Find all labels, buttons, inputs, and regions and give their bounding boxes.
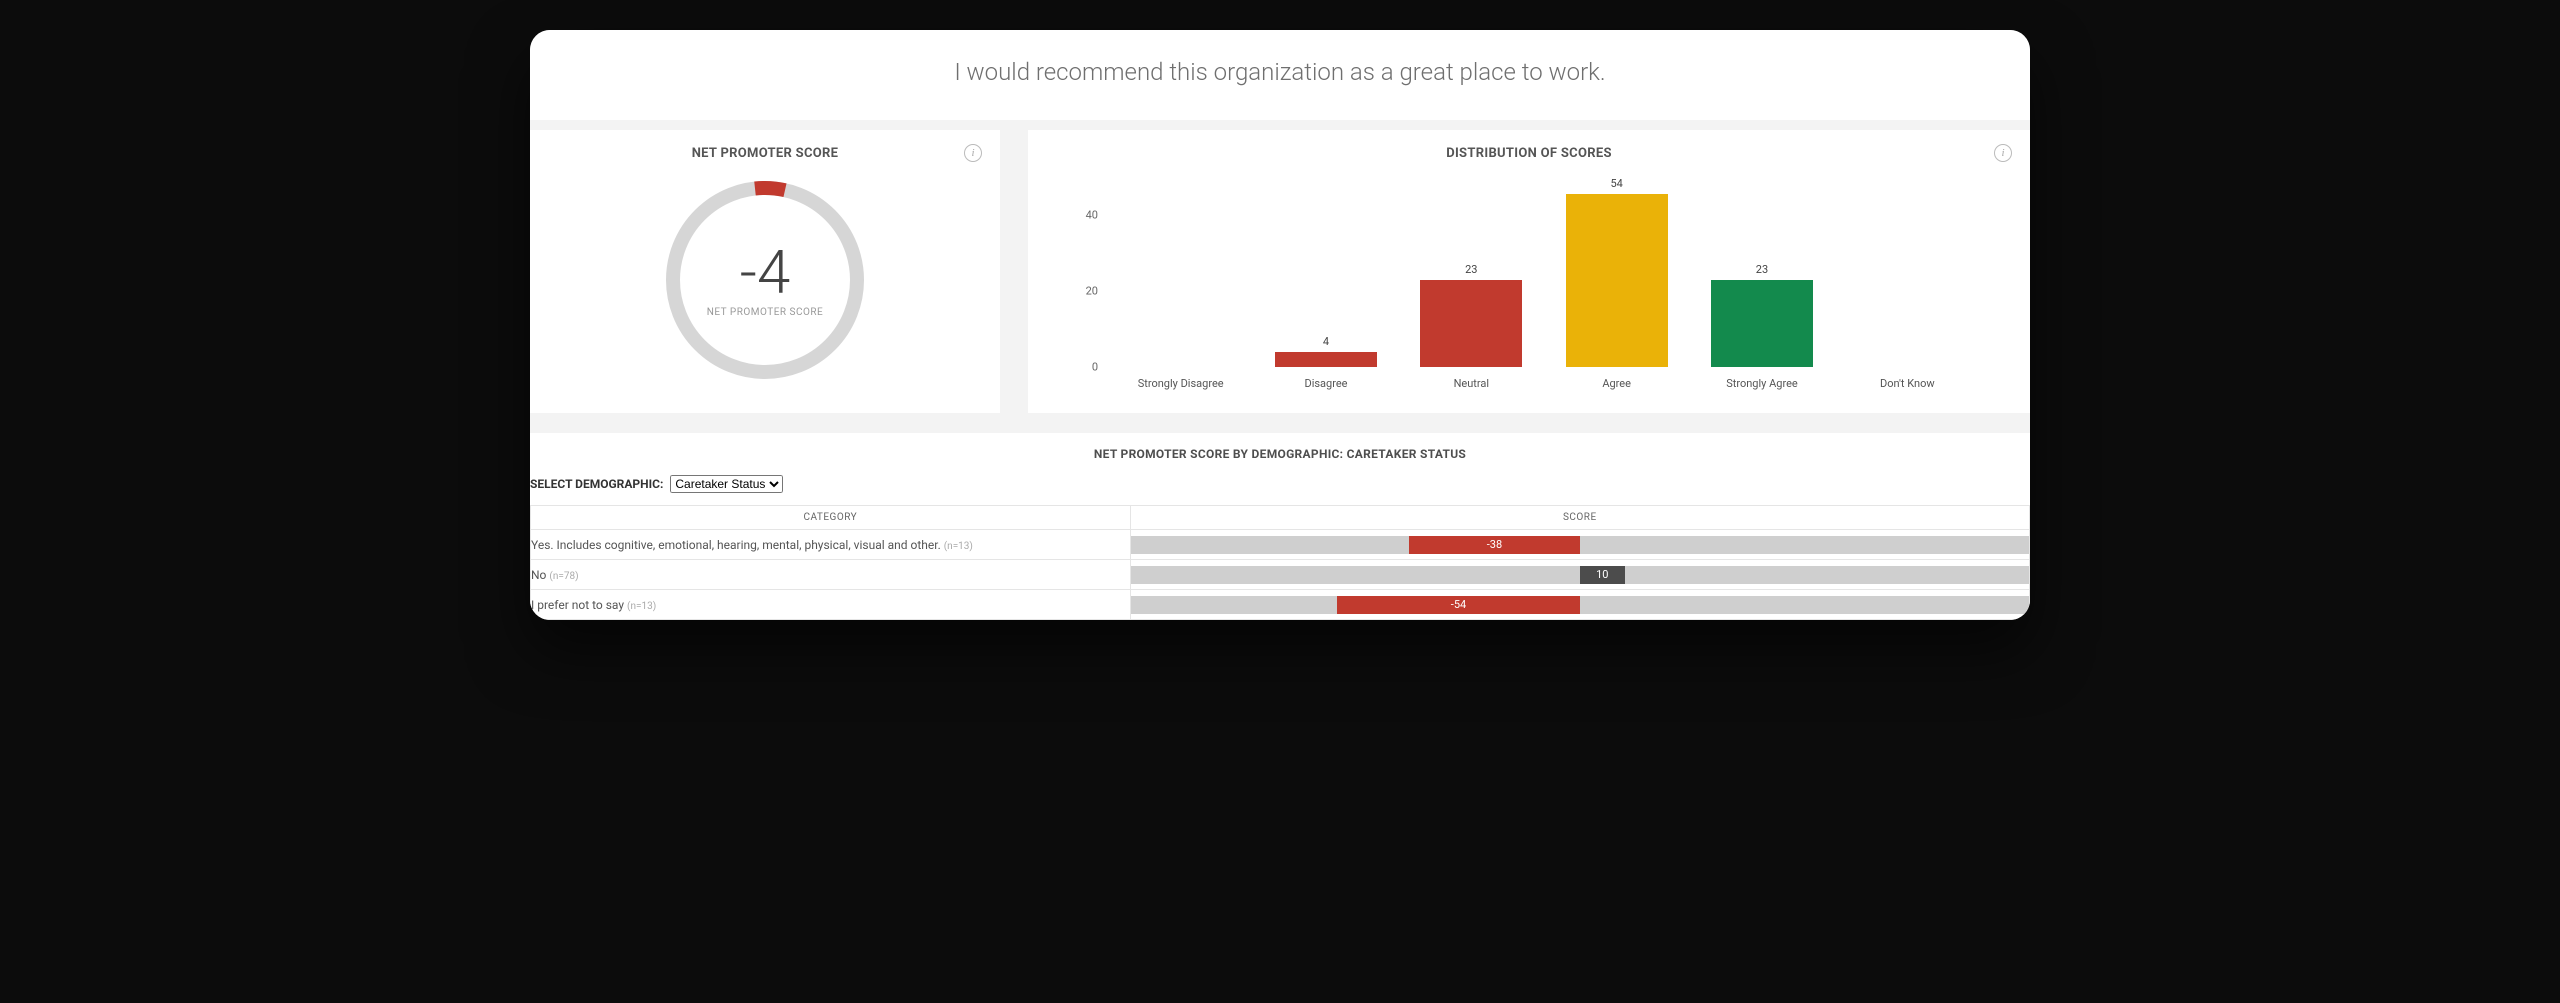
nps-value-label: NET PROMOTER SCORE bbox=[707, 307, 823, 318]
score-track: 10 bbox=[1131, 566, 2029, 584]
bar-value-label: 54 bbox=[1610, 177, 1622, 190]
category-cell: No (n=78) bbox=[531, 560, 1131, 590]
panel-distribution-title: DISTRIBUTION OF SCORES bbox=[1028, 130, 2030, 167]
bar bbox=[1275, 352, 1377, 367]
distribution-chart: 0 20 40 4 23 54 23 Strongly DisagreeDisagreeN… bbox=[1058, 167, 1980, 397]
table-row: Yes. Includes cognitive, emotional, hear… bbox=[531, 530, 2030, 560]
nps-gauge: -4 NET PROMOTER SCORE bbox=[530, 167, 1000, 403]
x-tick-label: Neutral bbox=[1399, 367, 1544, 397]
x-tick-label: Agree bbox=[1544, 367, 1689, 397]
panels-row: NET PROMOTER SCORE i -4 NET PROMOTER SCO… bbox=[530, 120, 2030, 423]
bar-slot bbox=[1835, 177, 1980, 367]
survey-question-title: I would recommend this organization as a… bbox=[530, 30, 2030, 120]
demographic-title: NET PROMOTER SCORE BY DEMOGRAPHIC: CARET… bbox=[530, 447, 2030, 475]
score-track: -38 bbox=[1131, 536, 2029, 554]
demographic-table: CATEGORY SCORE Yes. Includes cognitive, … bbox=[530, 505, 2030, 620]
panel-distribution: DISTRIBUTION OF SCORES i 0 20 40 4 23 54 23 S… bbox=[1028, 130, 2030, 413]
bar-value-label: 23 bbox=[1465, 263, 1477, 276]
y-tick: 20 bbox=[1086, 285, 1098, 298]
x-tick-label: Don't Know bbox=[1835, 367, 1980, 397]
bar bbox=[1420, 280, 1522, 367]
col-category: CATEGORY bbox=[531, 506, 1131, 530]
bar bbox=[1711, 280, 1813, 367]
score-cell: -54 bbox=[1130, 590, 2029, 620]
bar-slot: 23 bbox=[1689, 177, 1834, 367]
x-tick-label: Strongly Disagree bbox=[1108, 367, 1253, 397]
table-row: I prefer not to say (n=13) -54 bbox=[531, 590, 2030, 620]
diverging-bar: -38 bbox=[1409, 536, 1580, 554]
x-tick-label: Strongly Agree bbox=[1689, 367, 1834, 397]
diverging-bar: -54 bbox=[1337, 596, 1580, 614]
bar-slot: 54 bbox=[1544, 177, 1689, 367]
demographic-select-label: SELECT DEMOGRAPHIC: bbox=[530, 477, 663, 491]
bar-value-label: 23 bbox=[1756, 263, 1768, 276]
info-icon[interactable]: i bbox=[1994, 144, 2012, 162]
category-cell: I prefer not to say (n=13) bbox=[531, 590, 1131, 620]
panel-nps-title: NET PROMOTER SCORE bbox=[530, 130, 1000, 167]
app-window: I would recommend this organization as a… bbox=[530, 30, 2030, 620]
nps-value: -4 bbox=[740, 243, 790, 303]
col-score: SCORE bbox=[1130, 506, 2029, 530]
bar-slot bbox=[1108, 177, 1253, 367]
score-track: -54 bbox=[1131, 596, 2029, 614]
y-tick: 40 bbox=[1086, 209, 1098, 222]
bar-value-label: 4 bbox=[1323, 335, 1329, 348]
bar-slot: 23 bbox=[1399, 177, 1544, 367]
info-icon[interactable]: i bbox=[964, 144, 982, 162]
panel-nps: NET PROMOTER SCORE i -4 NET PROMOTER SCO… bbox=[530, 130, 1000, 413]
panel-demographic: NET PROMOTER SCORE BY DEMOGRAPHIC: CARET… bbox=[530, 433, 2030, 620]
category-cell: Yes. Includes cognitive, emotional, hear… bbox=[531, 530, 1131, 560]
score-cell: 10 bbox=[1130, 560, 2029, 590]
y-tick: 0 bbox=[1092, 361, 1098, 374]
table-row: No (n=78) 10 bbox=[531, 560, 2030, 590]
bar-slot: 4 bbox=[1253, 177, 1398, 367]
x-tick-label: Disagree bbox=[1253, 367, 1398, 397]
score-cell: -38 bbox=[1130, 530, 2029, 560]
demographic-select[interactable]: Caretaker Status bbox=[670, 475, 783, 493]
diverging-bar: 10 bbox=[1580, 566, 1625, 584]
demographic-select-row: SELECT DEMOGRAPHIC: Caretaker Status bbox=[530, 475, 2030, 505]
bar bbox=[1566, 194, 1668, 367]
